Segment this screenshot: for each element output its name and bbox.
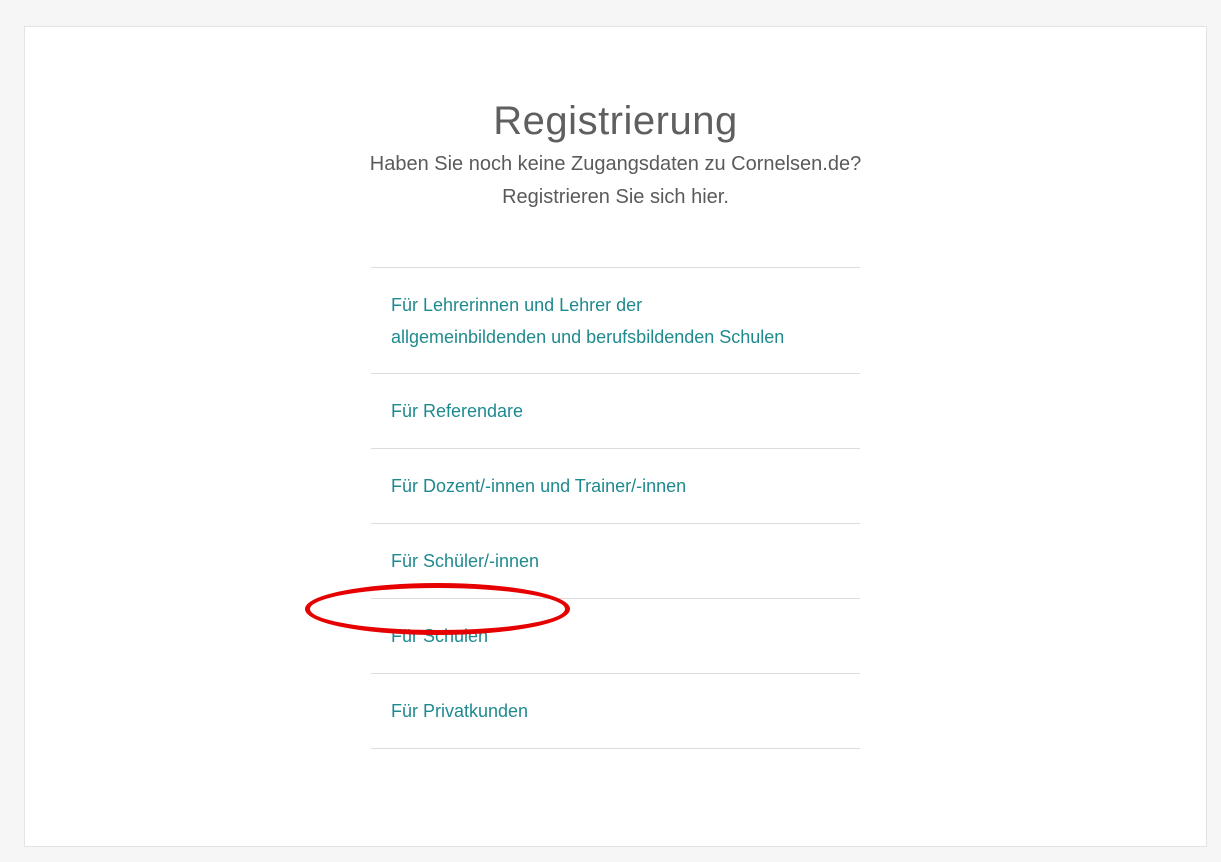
- option-schools: Für Schulen: [371, 599, 860, 674]
- option-students-link[interactable]: Für Schüler/-innen: [391, 545, 539, 577]
- option-teachers-label-line-1: Für Lehrerinnen und Lehrer der: [391, 294, 643, 315]
- intro-line-1: Haben Sie noch keine Zugangsdaten zu Cor…: [369, 153, 862, 175]
- page-title: Registrierung: [493, 99, 738, 143]
- option-lecturers: Für Dozent/-innen und Trainer/-innen: [371, 449, 860, 524]
- option-teachers-link[interactable]: Für Lehrerinnen und Lehrer der allgemein…: [391, 289, 784, 353]
- option-private-customers: Für Privatkunden: [371, 674, 860, 749]
- intro-text: Haben Sie noch keine Zugangsdaten zu Cor…: [25, 148, 1206, 214]
- option-teachers: Für Lehrerinnen und Lehrer der allgemein…: [371, 268, 860, 374]
- option-trainees-link[interactable]: Für Referendare: [391, 395, 523, 427]
- option-private-customers-link[interactable]: Für Privatkunden: [391, 695, 528, 727]
- option-lecturers-link[interactable]: Für Dozent/-innen und Trainer/-innen: [391, 470, 686, 502]
- option-students: Für Schüler/-innen: [371, 524, 860, 599]
- registration-card: Registrierung Haben Sie noch keine Zugan…: [24, 26, 1207, 847]
- intro-line-2: Registrieren Sie sich hier.: [502, 186, 729, 208]
- registration-options-list: Für Lehrerinnen und Lehrer der allgemein…: [371, 267, 860, 749]
- option-schools-link[interactable]: Für Schulen: [391, 620, 488, 652]
- option-teachers-label-line-2: allgemeinbildenden und berufsbildenden S…: [391, 326, 785, 347]
- option-trainees: Für Referendare: [371, 374, 860, 449]
